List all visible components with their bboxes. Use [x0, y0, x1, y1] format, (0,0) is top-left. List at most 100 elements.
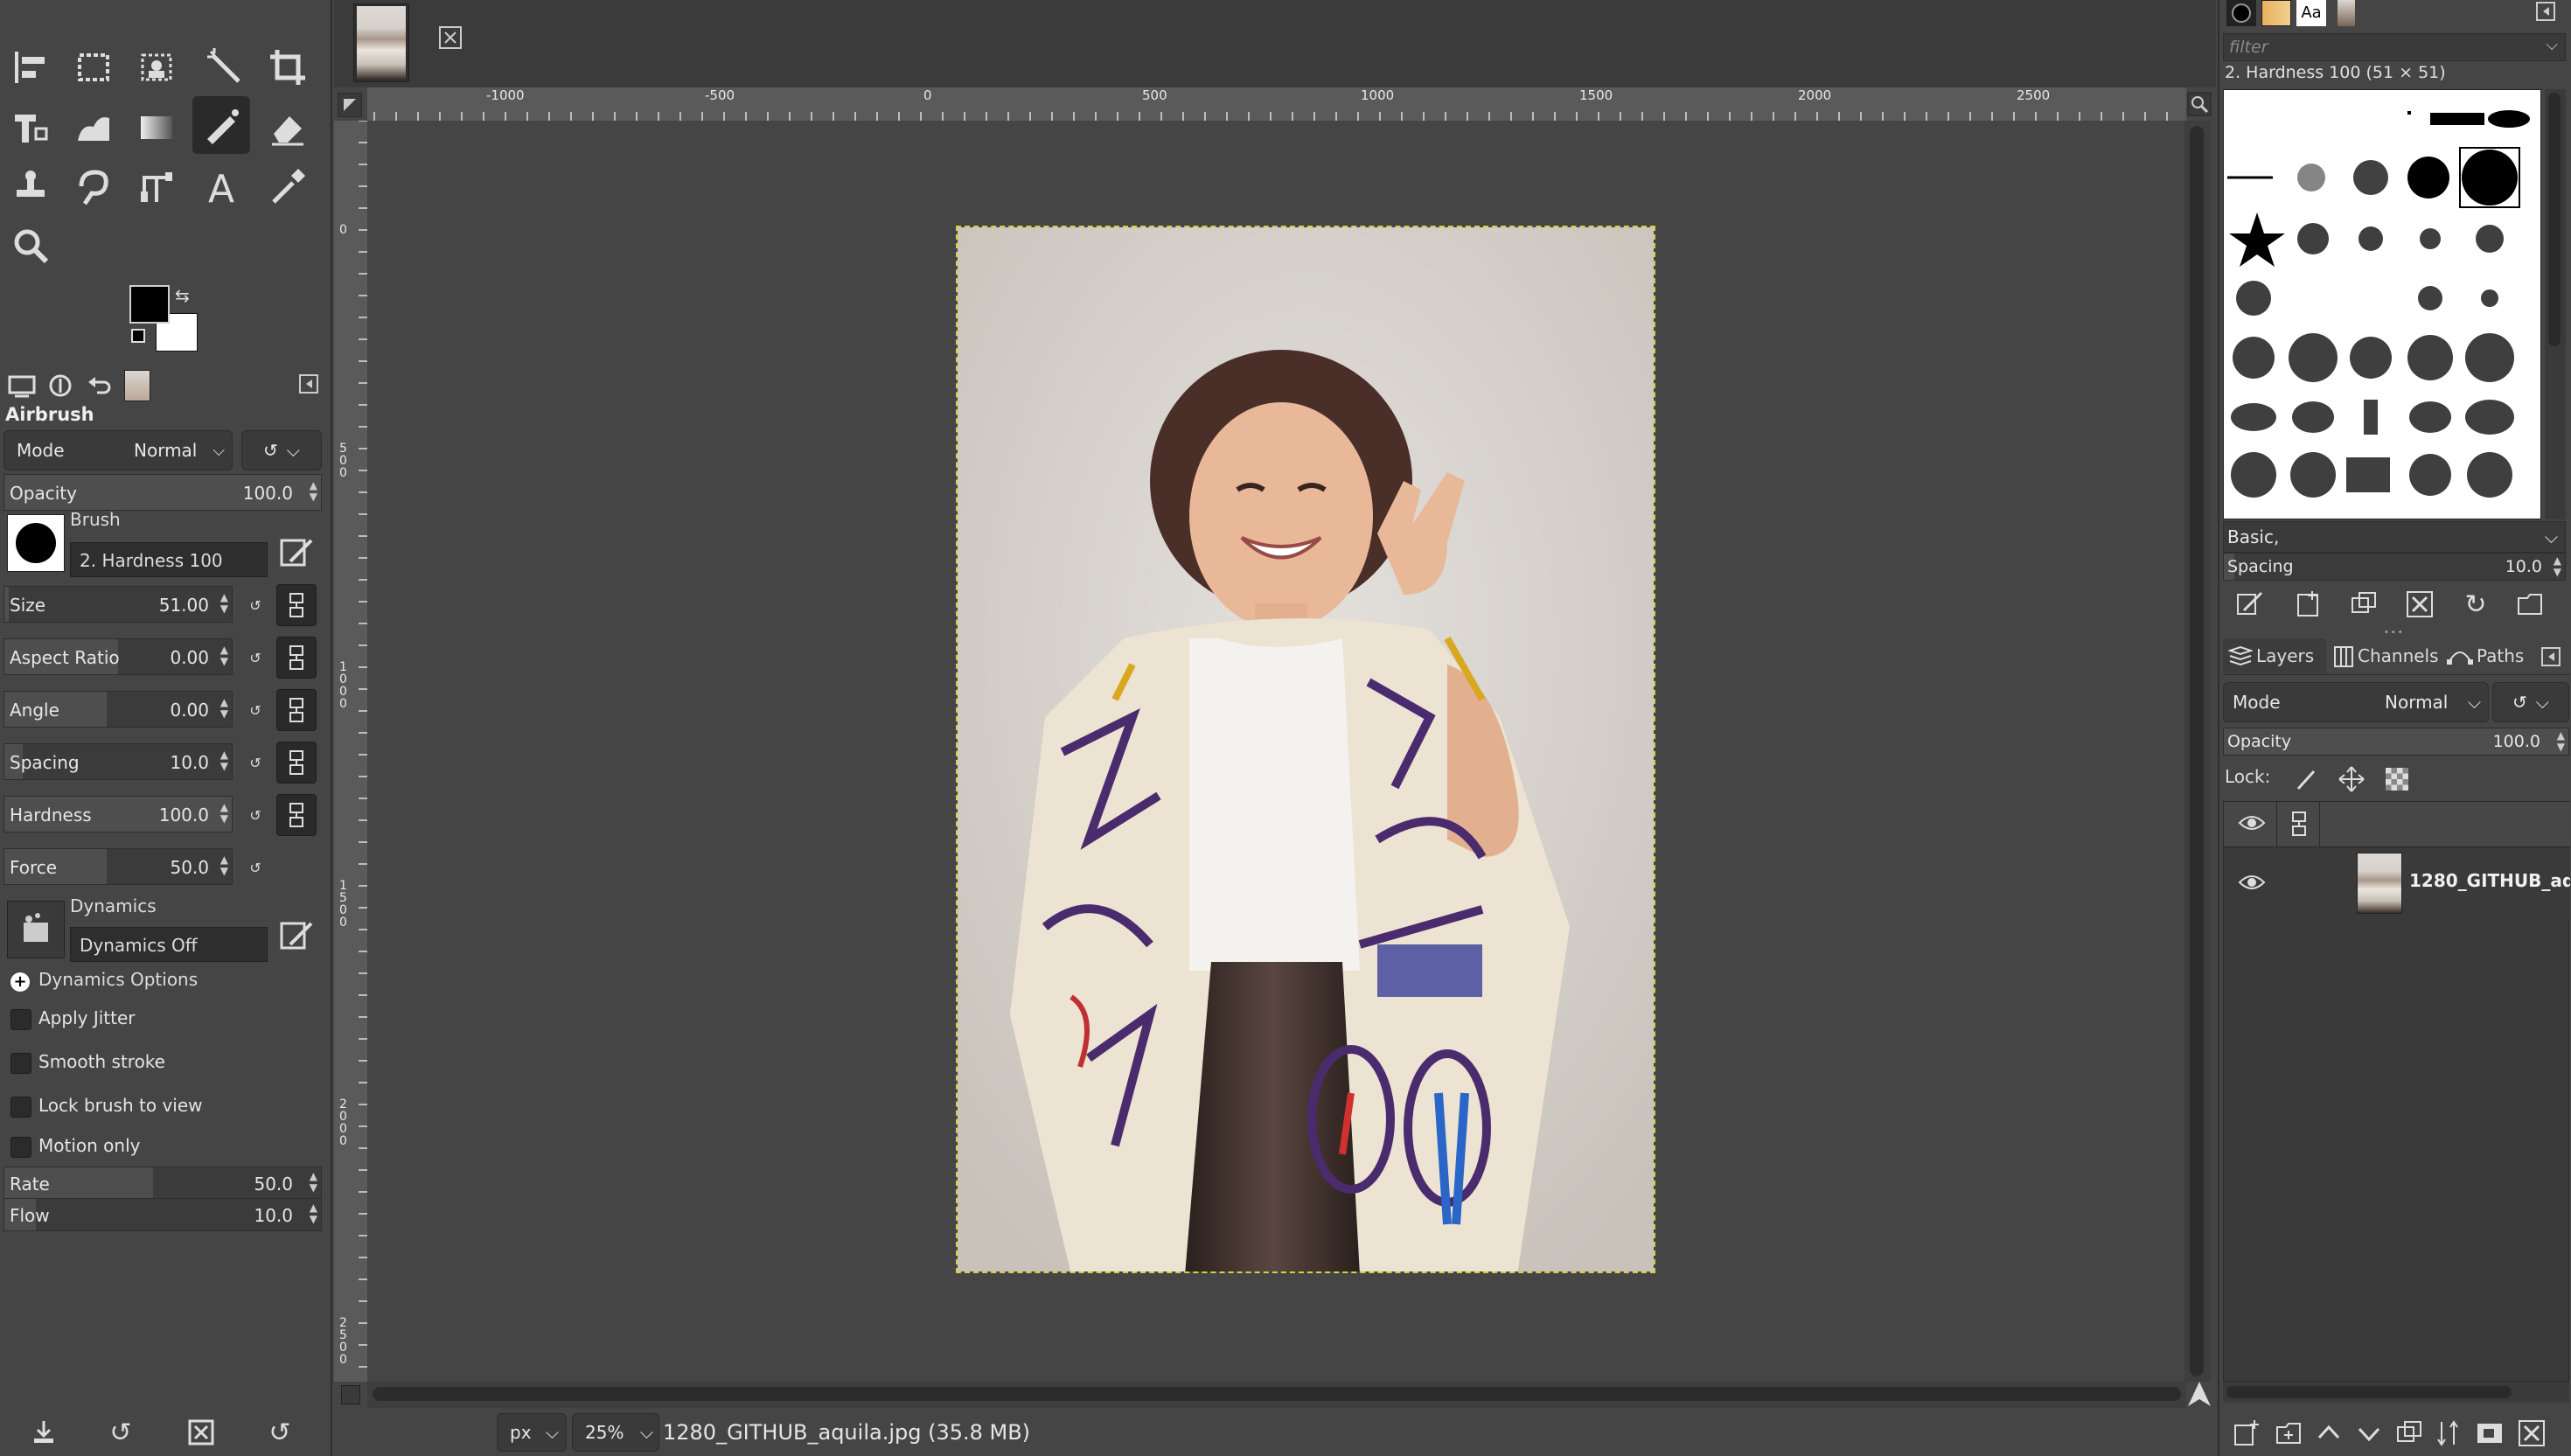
layers-list[interactable]: 1280_GITHUB_aqu	[2223, 801, 2570, 1382]
spin-arrows-icon[interactable]: ▲ ▼	[310, 1171, 317, 1194]
tool-options-tab-icon[interactable]	[2, 366, 42, 406]
chain-header-icon[interactable]	[2276, 802, 2320, 847]
layer-opacity-slider[interactable]: Opacity 100.0 ▲ ▼	[2223, 728, 2569, 756]
lock-position-icon[interactable]	[2333, 761, 2370, 798]
link-aspect-icon[interactable]	[276, 637, 317, 679]
merge-layer-icon[interactable]	[2431, 1415, 2468, 1452]
delete-layer-icon[interactable]	[2513, 1415, 2550, 1452]
brush-filter-input[interactable]: filter ⌵	[2223, 33, 2566, 61]
text-icon[interactable]: A	[192, 157, 250, 215]
dynamics-name-field[interactable]: Dynamics Off	[70, 927, 268, 962]
layer-visibility-eye-icon[interactable]	[2238, 872, 2266, 893]
aspect-ratio-slider[interactable]: Aspect Ratio 0.00 ▲ ▼	[3, 638, 233, 675]
duplicate-brush-icon[interactable]	[2345, 586, 2382, 623]
angle-slider[interactable]: Angle 0.00 ▲ ▼	[3, 691, 233, 728]
motion-only-checkbox[interactable]	[10, 1137, 31, 1158]
close-tab-icon[interactable]	[437, 24, 463, 51]
tab-layers[interactable]: Layers	[2223, 638, 2326, 673]
fuzzy-select-icon[interactable]	[196, 38, 254, 96]
force-slider[interactable]: Force 50.0 ▲ ▼	[3, 848, 233, 885]
refresh-brushes-icon[interactable]: ↻	[2457, 586, 2494, 623]
default-colors-icon[interactable]	[131, 329, 145, 343]
open-brush-folder-icon[interactable]	[2512, 586, 2548, 623]
smudge-icon[interactable]	[65, 98, 122, 156]
reset-options-icon[interactable]: ↺	[262, 1415, 297, 1450]
edit-dynamics-icon[interactable]	[278, 916, 317, 955]
edit-brush-icon[interactable]	[2232, 586, 2268, 623]
spacing-slider[interactable]: Spacing 10.0 ▲ ▼	[3, 743, 233, 780]
fonts-tab-icon[interactable]: Aa	[2296, 0, 2326, 26]
new-brush-icon[interactable]	[2289, 586, 2326, 623]
link-size-icon[interactable]	[276, 584, 317, 626]
hardness-slider[interactable]: Hardness 100.0 ▲ ▼	[3, 796, 233, 832]
reset-aspect-icon[interactable]: ↺	[238, 640, 273, 675]
airbrush-icon[interactable]	[192, 96, 250, 154]
raise-layer-icon[interactable]	[2310, 1415, 2347, 1452]
save-options-icon[interactable]	[26, 1415, 61, 1450]
layer-thumbnail[interactable]	[2357, 853, 2402, 914]
layer-row[interactable]: 1280_GITHUB_aqu	[2224, 847, 2570, 919]
spin-arrows-icon[interactable]: ▲ ▼	[310, 1202, 317, 1225]
edit-brush-icon[interactable]	[278, 533, 317, 572]
spin-arrows-icon[interactable]: ▲ ▼	[2557, 730, 2565, 753]
dynamics-preview[interactable]	[7, 901, 65, 958]
vertical-scrollbar[interactable]	[2184, 121, 2211, 1382]
spin-arrows-icon[interactable]: ▲ ▼	[220, 697, 228, 720]
mode-combo[interactable]: Mode Normal ⌵	[3, 430, 233, 470]
spin-arrows-icon[interactable]: ▲ ▼	[220, 592, 228, 615]
duplicate-layer-icon[interactable]	[2391, 1415, 2428, 1452]
unit-combo[interactable]: px ⌵	[497, 1413, 567, 1452]
size-slider[interactable]: Size 51.00 ▲ ▼	[3, 586, 233, 623]
lower-layer-icon[interactable]	[2351, 1415, 2387, 1452]
quick-mask-corner-icon[interactable]	[338, 93, 362, 117]
lock-pixels-icon[interactable]	[2288, 761, 2324, 798]
lock-alpha-icon[interactable]	[2379, 761, 2415, 798]
crop-icon[interactable]	[259, 38, 317, 96]
dock-separator[interactable]: •••	[2384, 628, 2419, 637]
delete-options-icon[interactable]	[184, 1415, 219, 1450]
eraser-icon[interactable]	[259, 98, 317, 156]
lock-brush-checkbox[interactable]	[10, 1097, 31, 1118]
vertical-ruler[interactable]: 0 500 1000 1500 2000 2500	[334, 121, 367, 1382]
layer-mode-combo[interactable]: Mode Normal ⌵	[2223, 682, 2489, 722]
swap-colors-icon[interactable]: ⇆	[175, 285, 190, 306]
layer-mask-icon[interactable]	[2471, 1415, 2508, 1452]
spin-arrows-icon[interactable]: ▲ ▼	[2554, 555, 2561, 578]
images-tab-thumbnail[interactable]	[117, 366, 157, 406]
horizontal-scrollbar[interactable]	[367, 1382, 2186, 1408]
device-status-tab-icon[interactable]	[40, 366, 80, 406]
color-picker-icon[interactable]	[259, 157, 317, 215]
tab-channels[interactable]: Channels	[2328, 638, 2445, 673]
brushes-tab-icon[interactable]	[2226, 0, 2256, 26]
brush-grid[interactable]	[2223, 89, 2541, 519]
layers-hscroll[interactable]	[2223, 1382, 2569, 1403]
dynamics-options-expander[interactable]: Dynamics Options	[38, 969, 198, 990]
configure-tab-icon[interactable]	[2536, 2, 2555, 21]
transform-icon[interactable]	[2, 98, 59, 156]
patterns-tab-icon[interactable]	[2261, 0, 2291, 26]
brush-name-field[interactable]: 2. Hardness 100	[70, 542, 268, 577]
foreground-select-icon[interactable]	[128, 38, 185, 96]
delete-brush-icon[interactable]	[2401, 586, 2438, 623]
reset-force-icon[interactable]: ↺	[238, 850, 273, 885]
reset-size-icon[interactable]: ↺	[238, 588, 273, 623]
layer-mode-reset-combo[interactable]: ↺ ⌵	[2492, 682, 2569, 722]
brush-spacing-slider[interactable]: Spacing 10.0 ▲ ▼	[2223, 553, 2566, 581]
restore-options-icon[interactable]: ↺	[103, 1415, 138, 1450]
zoom-combo[interactable]: 25% ⌵	[572, 1413, 659, 1452]
spin-arrows-icon[interactable]: ▲ ▼	[220, 644, 228, 667]
spin-arrows-icon[interactable]: ▲ ▼	[220, 749, 228, 772]
zoom-lock-icon[interactable]	[2186, 91, 2212, 117]
image-canvas[interactable]	[956, 226, 1655, 1273]
layer-name[interactable]: 1280_GITHUB_aqu	[2409, 870, 2570, 891]
image-tab-thumbnail[interactable]	[353, 3, 409, 82]
zoom-icon[interactable]	[2, 217, 59, 275]
link-hardness-icon[interactable]	[276, 794, 317, 836]
reset-spacing-icon[interactable]: ↺	[238, 745, 273, 780]
link-spacing-icon[interactable]	[276, 742, 317, 784]
link-angle-icon[interactable]	[276, 689, 317, 731]
eye-header-icon[interactable]	[2238, 812, 2266, 833]
reset-hardness-icon[interactable]: ↺	[238, 798, 273, 832]
reset-angle-icon[interactable]: ↺	[238, 693, 273, 728]
spin-arrows-icon[interactable]: ▲ ▼	[220, 854, 228, 877]
